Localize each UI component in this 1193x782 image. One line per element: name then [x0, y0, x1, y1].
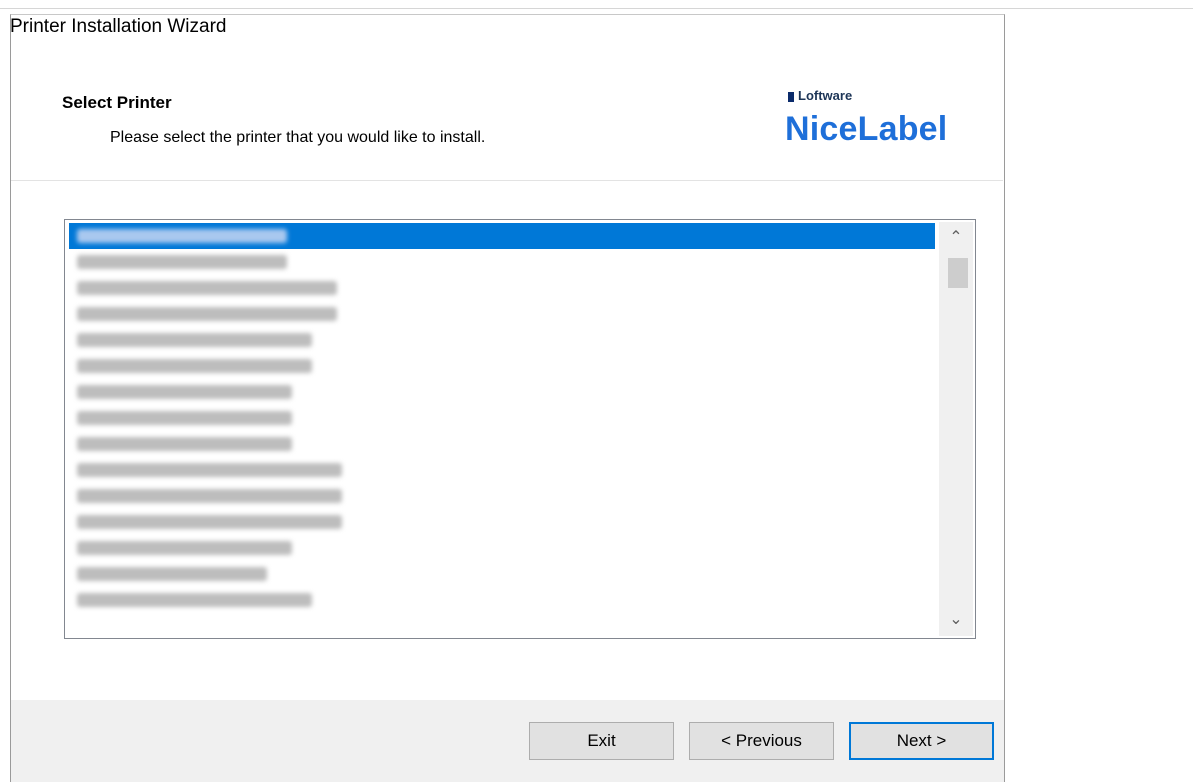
printer-name-blurred — [77, 229, 287, 243]
previous-button[interactable]: < Previous — [689, 722, 834, 760]
printer-list-item[interactable] — [69, 379, 935, 405]
scrollbar-thumb[interactable] — [948, 258, 968, 288]
scroll-down-arrow-icon[interactable]: ⌄ — [939, 604, 973, 636]
printer-name-blurred — [77, 333, 312, 347]
printer-name-blurred — [77, 437, 292, 451]
printer-listbox[interactable]: ⌃ ⌄ — [64, 219, 976, 639]
printer-name-blurred — [77, 281, 337, 295]
printer-list-item[interactable] — [69, 327, 935, 353]
printer-list-item[interactable] — [69, 405, 935, 431]
printer-name-blurred — [77, 541, 292, 555]
scroll-up-arrow-icon[interactable]: ⌃ — [939, 222, 973, 254]
printer-name-blurred — [77, 515, 342, 529]
printer-name-blurred — [77, 593, 312, 607]
printer-list-item[interactable] — [69, 457, 935, 483]
printer-name-blurred — [77, 463, 342, 477]
printer-name-blurred — [77, 567, 267, 581]
printer-list-item[interactable] — [69, 431, 935, 457]
header-divider — [11, 180, 1003, 181]
loftware-brand-text: Loftware — [798, 88, 853, 103]
printer-list-item[interactable] — [69, 483, 935, 509]
printer-name-blurred — [77, 411, 292, 425]
printer-list-item[interactable] — [69, 223, 935, 249]
printer-list-item[interactable] — [69, 509, 935, 535]
printer-list-item[interactable] — [69, 301, 935, 327]
exit-button[interactable]: Exit — [529, 722, 674, 760]
printer-list-item[interactable] — [69, 561, 935, 587]
page-subtitle: Please select the printer that you would… — [110, 129, 486, 146]
nicelabel-logo: Loftware NiceLabel — [784, 88, 964, 158]
printer-list-item[interactable] — [69, 587, 935, 613]
loftware-logo-icon — [788, 91, 794, 102]
printer-name-blurred — [77, 359, 312, 373]
printer-name-blurred — [77, 489, 342, 503]
next-button[interactable]: Next > — [849, 722, 994, 760]
window-title: Printer Installation Wizard — [10, 16, 227, 37]
printer-list-item[interactable] — [69, 249, 935, 275]
top-edge-line — [0, 8, 1193, 9]
printer-list-item[interactable] — [69, 275, 935, 301]
loftware-brand: Loftware — [788, 88, 852, 103]
printer-name-blurred — [77, 307, 337, 321]
page-title: Select Printer — [62, 93, 172, 112]
vertical-scrollbar[interactable]: ⌃ ⌄ — [939, 222, 973, 636]
printer-list-item[interactable] — [69, 353, 935, 379]
nicelabel-product-name: NiceLabel — [785, 110, 948, 148]
printer-name-blurred — [77, 255, 287, 269]
printer-list[interactable] — [69, 223, 935, 613]
printer-list-item[interactable] — [69, 535, 935, 561]
printer-name-blurred — [77, 385, 292, 399]
